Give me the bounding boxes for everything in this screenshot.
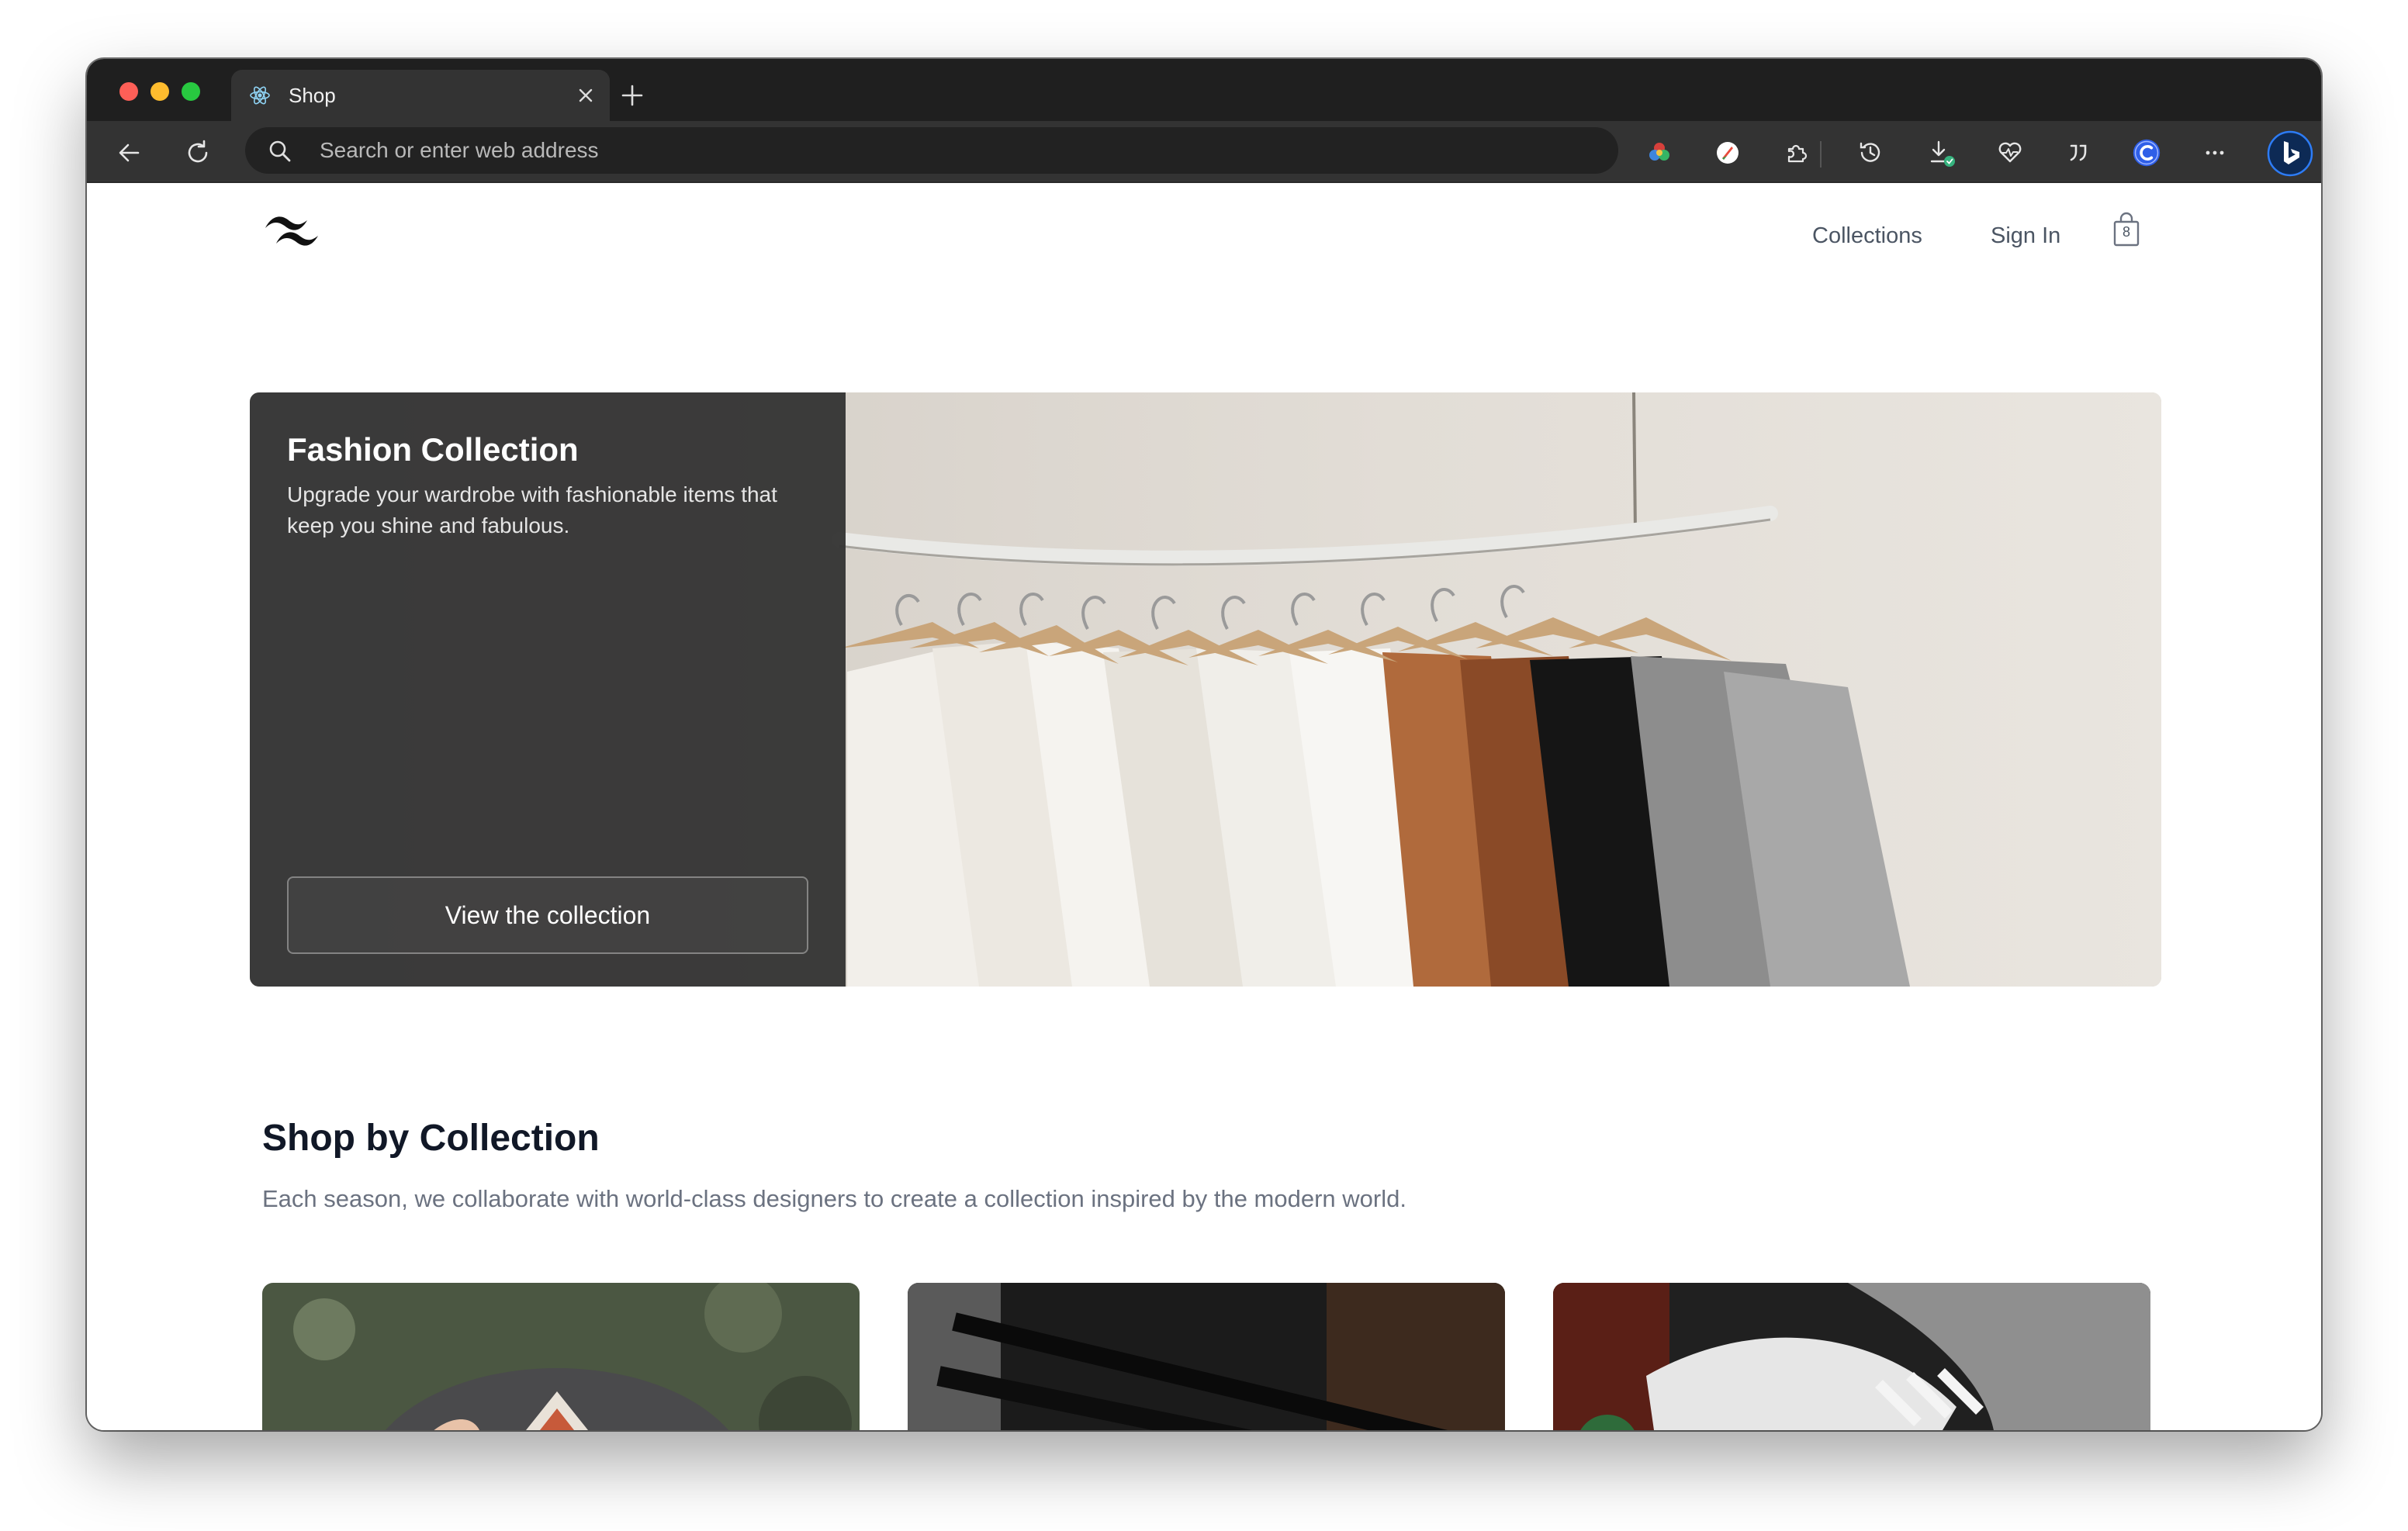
tailwind-logo-icon[interactable] xyxy=(262,211,321,251)
minimize-window-button[interactable] xyxy=(150,82,169,101)
history-icon[interactable] xyxy=(1856,138,1885,168)
browser-window: Shop Search or enter web address Collect… xyxy=(87,59,2321,1430)
address-bar[interactable] xyxy=(245,127,1618,174)
section-title: Shop by Collection xyxy=(262,1118,600,1159)
downloads-icon[interactable] xyxy=(1927,138,1956,168)
browser-toolbar xyxy=(87,121,2321,183)
desktop-background: Shop Search or enter web address Collect… xyxy=(0,0,2408,1531)
address-input[interactable] xyxy=(320,135,1561,166)
cart-button[interactable]: 8 xyxy=(2110,211,2143,248)
toolbar-divider xyxy=(1820,141,1822,168)
maximize-window-button[interactable] xyxy=(182,82,200,101)
react-icon xyxy=(250,86,270,105)
sneakers-photo xyxy=(1553,1283,2150,1430)
profile-c-icon[interactable] xyxy=(2132,138,2161,168)
hero-title: Fashion Collection xyxy=(287,431,579,468)
tab-title: Shop xyxy=(289,84,336,107)
tab-shop[interactable]: Shop xyxy=(231,70,610,121)
back-icon[interactable] xyxy=(115,138,144,168)
heart-rate-icon[interactable] xyxy=(1995,138,2025,168)
view-collection-button[interactable]: View the collection xyxy=(287,876,808,954)
bing-icon[interactable] xyxy=(2267,130,2313,177)
hero-info-panel: Fashion Collection Upgrade your wardrobe… xyxy=(250,392,846,987)
quote-icon[interactable] xyxy=(2064,138,2093,168)
hero-description: Upgrade your wardrobe with fashionable i… xyxy=(287,482,777,537)
cap-photo xyxy=(262,1283,860,1430)
puzzle-extensions-icon[interactable] xyxy=(1781,138,1811,168)
collection-card-caps[interactable] xyxy=(262,1283,860,1430)
collection-card-sneakers[interactable] xyxy=(1553,1283,2150,1430)
compass-extension-icon[interactable] xyxy=(1713,138,1742,168)
collection-card-rack[interactable] xyxy=(908,1283,1505,1430)
search-icon xyxy=(269,140,291,162)
close-window-button[interactable] xyxy=(119,82,138,101)
color-extension-icon[interactable] xyxy=(1645,138,1674,168)
more-icon[interactable] xyxy=(2200,138,2230,168)
new-tab-icon[interactable] xyxy=(619,82,645,109)
hero-banner: Fashion Collection Upgrade your wardrobe… xyxy=(250,392,2161,987)
close-tab-icon[interactable] xyxy=(576,85,596,105)
cart-count: 8 xyxy=(2122,224,2130,240)
nav-signin-link[interactable]: Sign In xyxy=(1991,223,2060,249)
section-description: Each season, we collaborate with world-c… xyxy=(262,1185,1406,1212)
tab-strip: Shop xyxy=(87,59,2321,121)
reload-icon[interactable] xyxy=(183,138,213,168)
nav-collections-link[interactable]: Collections xyxy=(1812,223,1922,249)
dark-rack-photo xyxy=(908,1283,1505,1430)
web-page: Collections Sign In 8 Fashion Collection… xyxy=(87,183,2321,1430)
